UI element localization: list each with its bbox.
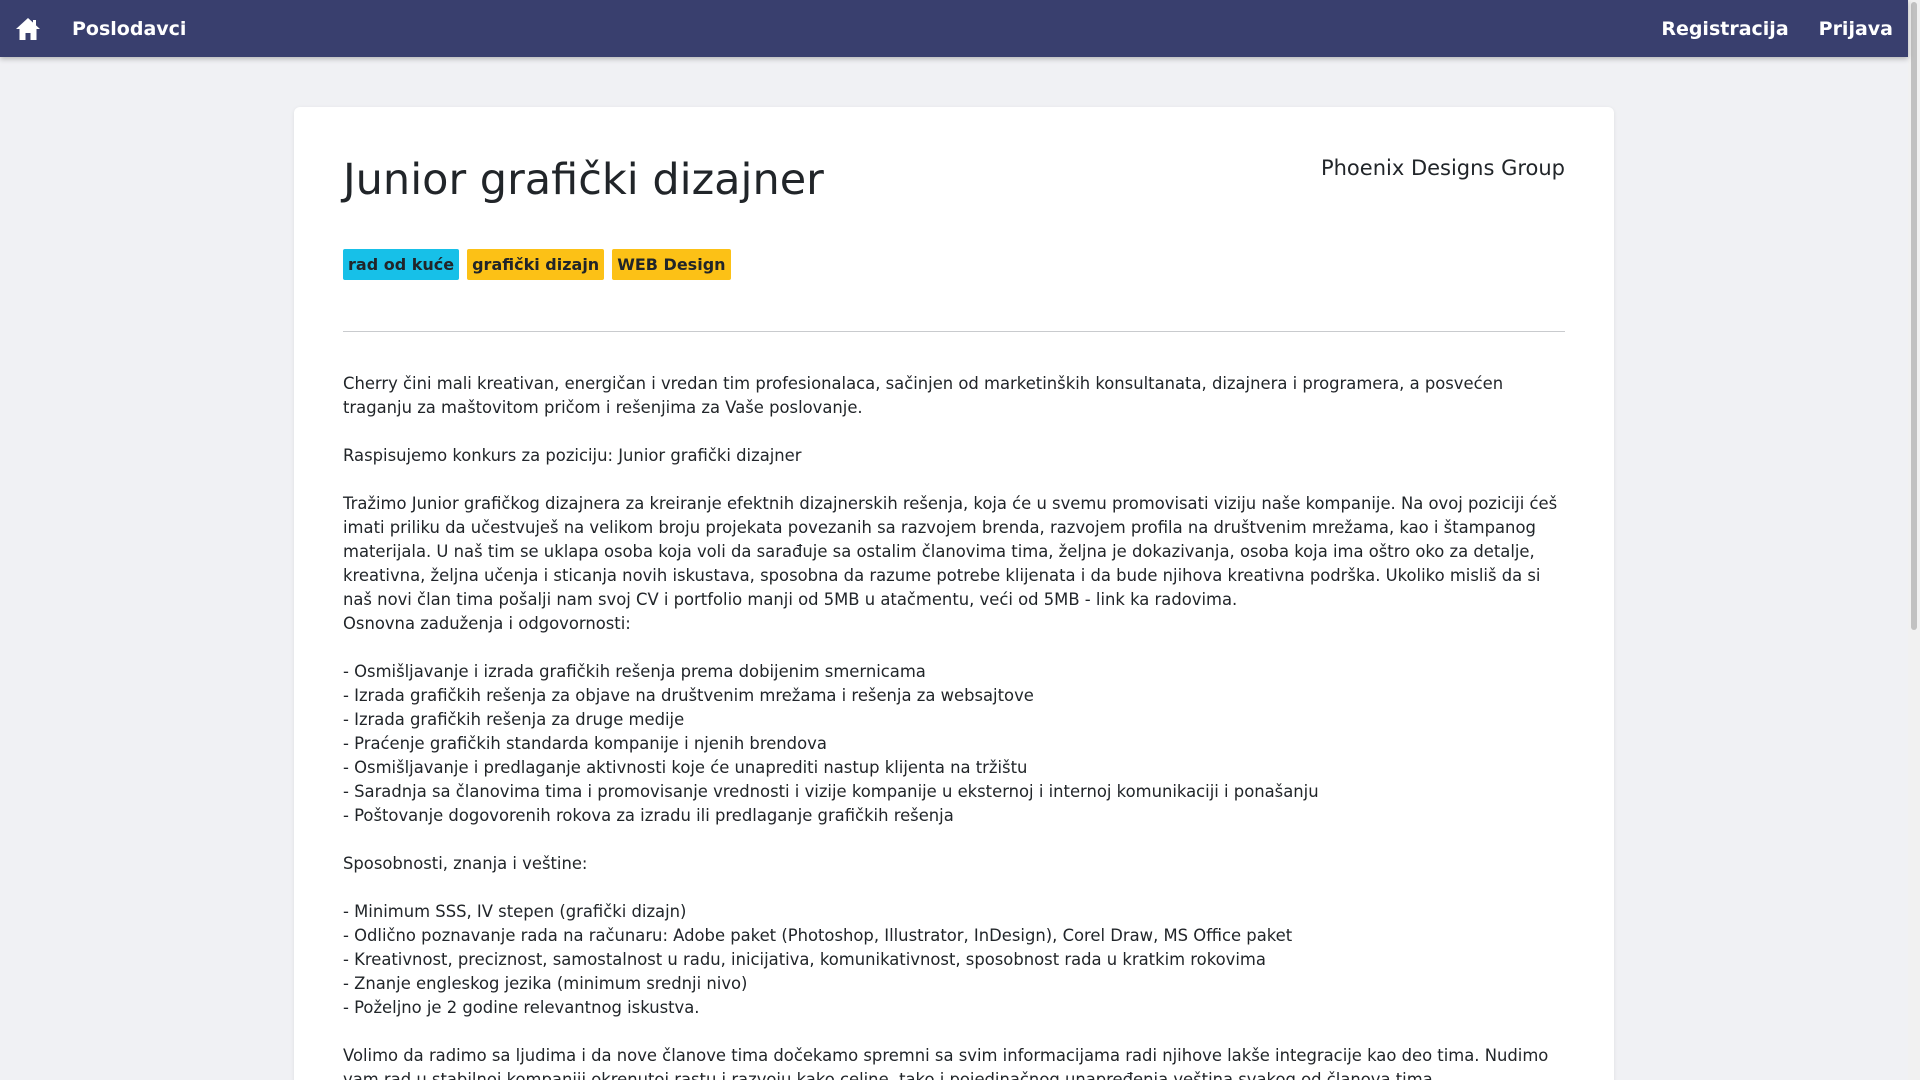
description-closing: Volimo da radimo sa ljudima i da nove čl… [343, 1046, 1549, 1080]
duty-item: - Saradnja sa članovima tima i promovisa… [343, 782, 1319, 801]
tag-work-from-home[interactable]: rad od kuće [343, 249, 460, 280]
scrollbar-thumb[interactable] [1911, 2, 1917, 630]
nav-link-register[interactable]: Registracija [1661, 18, 1788, 40]
job-title: Junior grafički dizajner [343, 155, 824, 205]
duty-item: - Osmišljavanje i predlaganje aktivnosti… [343, 758, 1028, 777]
description-intro: Cherry čini mali kreativan, energičan i … [343, 374, 1504, 417]
nav-link-employers[interactable]: Poslodavci [72, 18, 186, 40]
top-navbar: Poslodavci Registracija Prijava [0, 0, 1908, 57]
job-description: Cherry čini mali kreativan, energičan i … [343, 372, 1565, 1080]
duty-item: - Izrada grafičkih rešenja za druge medi… [343, 710, 685, 729]
description-about: Tražimo Junior grafičkog dizajnera za kr… [343, 494, 1558, 609]
duties-heading: Osnovna zaduženja i odgovornosti: [343, 614, 631, 633]
divider [343, 331, 1565, 332]
job-tags: rad od kuće grafički dizajn WEB Design [343, 249, 731, 280]
tag-web-design[interactable]: WEB Design [612, 249, 731, 280]
tag-graphic-design[interactable]: grafički dizajn [467, 249, 605, 280]
duty-item: - Izrada grafičkih rešenja za objave na … [343, 686, 1034, 705]
skill-item: - Znanje engleskog jezika (minimum sredn… [343, 974, 748, 993]
job-card: Junior grafički dizajner Phoenix Designs… [294, 107, 1614, 1080]
nav-link-login[interactable]: Prijava [1819, 18, 1893, 40]
skill-item: - Odlično poznavanje rada na računaru: A… [343, 926, 1293, 945]
description-position: Raspisujemo konkurs za poziciju: Junior … [343, 446, 802, 465]
page: Poslodavci Registracija Prijava Junior g… [0, 0, 1920, 1080]
company-name: Phoenix Designs Group [1320, 156, 1565, 180]
nav-auth-links: Registracija Prijava [1661, 18, 1893, 40]
home-icon [16, 17, 40, 40]
home-link[interactable] [13, 14, 43, 44]
duty-item: - Poštovanje dogovorenih rokova za izrad… [343, 806, 954, 825]
skill-item: - Minimum SSS, IV stepen (grafički dizaj… [343, 902, 687, 921]
skill-item: - Poželjno je 2 godine relevantnog iskus… [343, 998, 700, 1017]
skill-item: - Kreativnost, preciznost, samostalnost … [343, 950, 1266, 969]
skills-heading: Sposobnosti, znanja i veštine: [343, 854, 588, 873]
duty-item: - Praćenje grafičkih standarda kompanije… [343, 734, 827, 753]
page-scrollbar[interactable] [1908, 0, 1920, 1080]
duty-item: - Osmišljavanje i izrada grafičkih rešen… [343, 662, 926, 681]
